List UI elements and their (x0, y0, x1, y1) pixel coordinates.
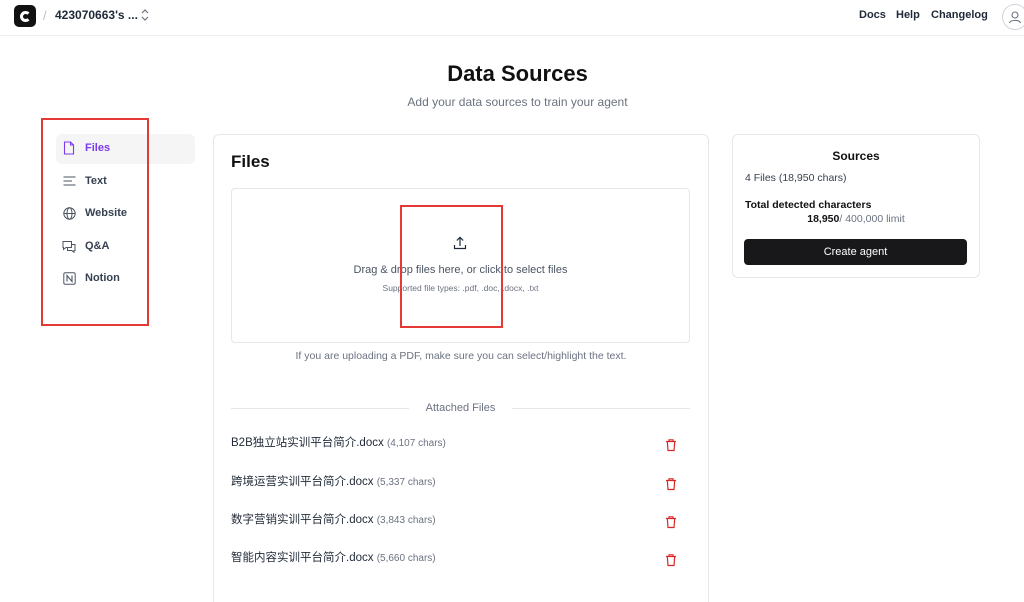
attached-files-label: Attached Files (425, 402, 496, 414)
top-bar: / 423070663's ... Docs Help Changelog (0, 0, 1024, 36)
sidebar-item-label: Q&A (85, 240, 110, 252)
sources-count: 4 Files (18,950 chars) (745, 172, 847, 184)
file-name: 智能内容实训平台简介.docx (5,660 chars) (231, 552, 436, 564)
file-icon (62, 141, 76, 155)
divider (231, 408, 409, 409)
dropzone-file-types: Supported file types: .pdf, .doc, .docx,… (382, 283, 539, 293)
sidebar-item-label: Notion (85, 272, 120, 284)
total-characters-label: Total detected characters (745, 199, 872, 211)
total-characters-value: 18,950/ 400,000 limit (807, 213, 905, 225)
divider (512, 408, 690, 409)
attached-file-row: 跨境运营实训平台简介.docx (5,337 chars) (231, 473, 690, 495)
logo-icon[interactable] (14, 5, 36, 27)
upload-icon[interactable] (453, 236, 467, 250)
breadcrumb-separator: / (43, 8, 47, 23)
file-name: 跨境运营实训平台简介.docx (5,337 chars) (231, 476, 436, 488)
sidebar-item-files[interactable]: Files (56, 134, 195, 164)
sidebar-item-label: Files (85, 142, 111, 154)
globe-icon (62, 206, 76, 220)
attached-file-row: 数字营销实训平台简介.docx (3,843 chars) (231, 511, 690, 533)
dropzone-text[interactable]: Drag & drop files here, or click to sele… (231, 264, 690, 276)
trash-icon[interactable] (664, 438, 678, 452)
nav-changelog-link[interactable]: Changelog (931, 9, 988, 21)
attached-file-row: B2B独立站实训平台简介.docx (4,107 chars) (231, 434, 690, 456)
sidebar-item-website[interactable]: Website (56, 199, 195, 229)
file-chars: (3,843 chars) (376, 515, 436, 526)
sidebar-item-label: Website (85, 207, 127, 219)
page-title: Data Sources (447, 61, 588, 86)
sidebar-item-notion[interactable]: Notion (56, 264, 195, 294)
sources-title: Sources (832, 149, 880, 163)
files-title: Files (231, 152, 270, 171)
user-icon (1008, 11, 1022, 24)
chat-bubbles-icon (62, 239, 76, 253)
create-agent-button[interactable]: Create agent (744, 239, 967, 265)
nav-help-link[interactable]: Help (896, 9, 920, 21)
text-lines-icon (62, 174, 76, 188)
workspace-name[interactable]: 423070663's ... (55, 8, 138, 22)
notion-icon (62, 271, 76, 285)
chevron-up-down-icon[interactable] (140, 8, 150, 22)
trash-icon[interactable] (664, 553, 678, 567)
file-chars: (5,660 chars) (376, 553, 436, 564)
file-chars: (5,337 chars) (376, 477, 436, 488)
trash-icon[interactable] (664, 477, 678, 491)
pdf-note: If you are uploading a PDF, make sure yo… (295, 350, 627, 362)
sidebar-item-label: Text (85, 175, 107, 187)
sidebar-item-qa[interactable]: Q&A (56, 232, 195, 262)
nav-docs-link[interactable]: Docs (859, 9, 886, 21)
avatar[interactable] (1002, 4, 1024, 30)
file-name: 数字营销实训平台简介.docx (3,843 chars) (231, 514, 436, 526)
page-subtitle: Add your data sources to train your agen… (407, 95, 628, 109)
sidebar-item-text[interactable]: Text (56, 167, 195, 197)
trash-icon[interactable] (664, 515, 678, 529)
file-chars: (4,107 chars) (386, 438, 446, 449)
attached-file-row: 智能内容实训平台简介.docx (5,660 chars) (231, 549, 690, 571)
file-name: B2B独立站实训平台简介.docx (4,107 chars) (231, 437, 446, 449)
